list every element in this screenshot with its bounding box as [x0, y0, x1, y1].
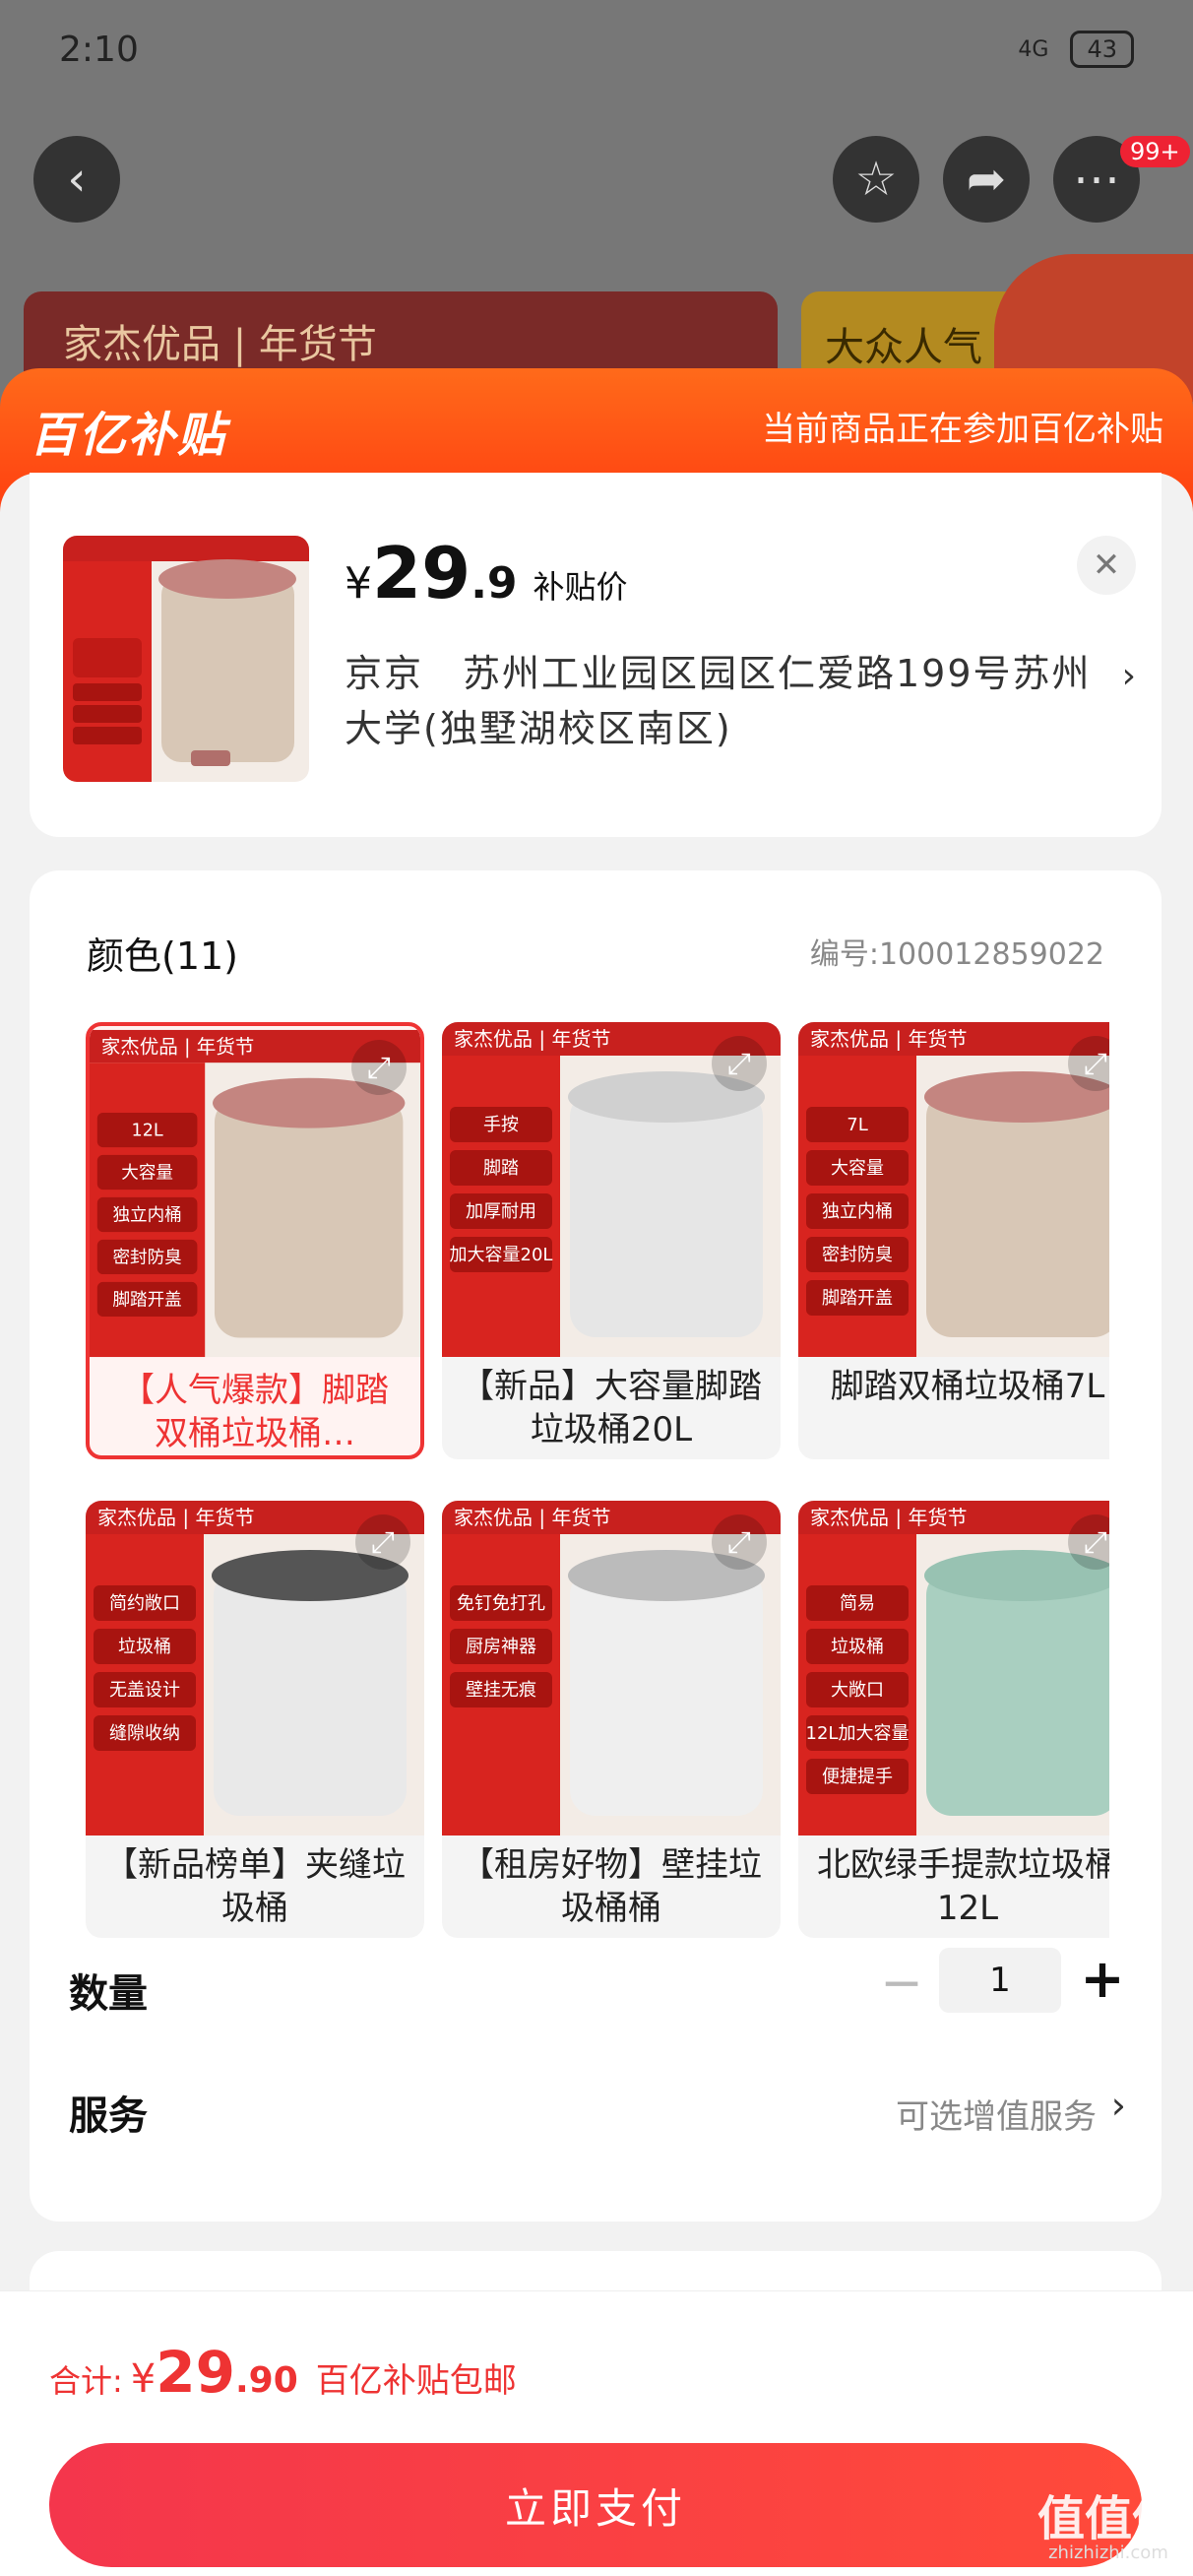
- back-button[interactable]: ‹: [33, 136, 120, 223]
- tile-badge-text: 脚踏: [483, 1158, 519, 1179]
- product-summary-card: ¥ 29 .9 补贴价 ✕ 京京 苏州工业园区园区仁爱路199号苏州大学(独墅湖…: [30, 473, 1162, 837]
- back-arrow-icon: ‹: [67, 152, 87, 207]
- tile-brand-text: 家杰优品 | 年货节: [454, 1027, 610, 1051]
- tile-badge-text: 大容量: [121, 1163, 173, 1183]
- total-symbol: ¥: [130, 2356, 157, 2402]
- close-icon: ✕: [1092, 546, 1121, 585]
- subsidy-price: ¥ 29 .9 补贴价: [345, 532, 628, 614]
- color-option-tile[interactable]: 家杰优品 | 年货节手按脚踏加厚耐用加大容量20L ⤢ 【新品】大容量脚踏垃圾桶20…: [442, 1022, 781, 1459]
- tile-badge-text: 密封防臭: [112, 1248, 181, 1267]
- service-label: 服务: [69, 2093, 148, 2139]
- options-card: 颜色(11) 编号:100012859022 家杰优品 | 年货节 12L 大容量独…: [30, 870, 1162, 2222]
- tile-badge-text: 大敞口: [831, 1680, 884, 1701]
- purchase-sheet: ¥ 29 .9 补贴价 ✕ 京京 苏州工业园区园区仁爱路199号苏州大学(独墅湖…: [0, 473, 1193, 2576]
- option-label: 【新品】大容量脚踏垃圾桶20L: [461, 1367, 762, 1449]
- color-option-tile[interactable]: 家杰优品 | 年货节 12L 大容量独立内桶密封防臭脚踏开盖 ⤢ 【人气爆款】脚踏双桶垃…: [86, 1022, 424, 1459]
- expand-icon[interactable]: ⤢: [355, 1514, 410, 1570]
- tile-badge-text: 垃圾桶: [831, 1637, 884, 1657]
- option-label: 脚踏双桶垃圾桶7L: [830, 1367, 1105, 1406]
- watermark: 值值值 zhizhizhi.com: [1037, 2494, 1179, 2563]
- delivery-address[interactable]: 京京 苏州工业园区园区仁爱路199号苏州大学(独墅湖校区南区): [345, 646, 1122, 756]
- tile-badge-text: 独立内桶: [822, 1201, 893, 1222]
- tile-badge-text: 手按: [483, 1115, 519, 1135]
- tile-badge-text: 加厚耐用: [466, 1201, 536, 1222]
- quantity-decrease-button[interactable]: −: [872, 1954, 931, 2013]
- tile-badge-text: 免钉免打孔: [457, 1593, 545, 1614]
- total-decimal: .90: [234, 2360, 298, 2401]
- shipping-note: 百亿补贴包邮: [315, 2361, 517, 2401]
- color-option-tile[interactable]: 家杰优品 | 年货节简约敞口垃圾桶无盖设计缝隙收纳 ⤢ 【新品榜单】夹缝垃圾桶: [86, 1501, 424, 1938]
- tile-badge-text: 12L: [132, 1121, 163, 1140]
- option-label: 北欧绿手提款垃圾桶12L: [817, 1845, 1109, 1928]
- chevron-right-icon[interactable]: ›: [1122, 656, 1136, 696]
- battery-indicator: 43: [1070, 31, 1134, 68]
- expand-icon[interactable]: ⤢: [712, 1036, 767, 1091]
- share-button[interactable]: ➦: [943, 136, 1030, 223]
- subsidy-logo: 百亿补贴: [30, 408, 227, 463]
- tile-badge-text: 脚踏开盖: [822, 1288, 893, 1309]
- color-option-tile[interactable]: 家杰优品 | 年货节 简易 垃圾桶 大敞口 12L加大容量 便捷提手 ⤢ 北欧绿手提款垃圾桶1…: [798, 1501, 1109, 1938]
- favorite-button[interactable]: ☆: [833, 136, 919, 223]
- price-decimal: .9: [471, 558, 518, 609]
- option-label: 【新品榜单】夹缝垃圾桶: [104, 1845, 406, 1928]
- quantity-input[interactable]: [939, 1948, 1061, 2013]
- tile-brand-text: 家杰优品 | 年货节: [810, 1506, 967, 1529]
- total-integer: 29: [156, 2339, 235, 2406]
- watermark-domain: zhizhizhi.com: [1048, 2543, 1168, 2563]
- color-option-tile[interactable]: 家杰优品 | 年货节 免钉免打孔厨房神器壁挂无痕 ⤢ 【租房好物】壁挂垃圾桶桶: [442, 1501, 781, 1938]
- quantity-label: 数量: [69, 1971, 148, 2017]
- tile-badge-text: 独立内桶: [112, 1205, 181, 1225]
- tile-badge-text: 缝隙收纳: [109, 1723, 180, 1744]
- chevron-right-icon[interactable]: ›: [1111, 2084, 1126, 2127]
- tile-badge-text: 密封防臭: [822, 1245, 893, 1265]
- price-integer: 29: [372, 532, 471, 614]
- option-image: 家杰优品 | 年货节 7L 大容量独立内桶密封防臭脚踏开盖: [798, 1022, 1109, 1357]
- expand-icon[interactable]: ⤢: [351, 1040, 407, 1095]
- color-section-title: 颜色(11): [87, 934, 239, 978]
- product-thumbnail: [63, 536, 309, 782]
- close-button[interactable]: ✕: [1077, 536, 1136, 595]
- service-value[interactable]: 可选增值服务: [896, 2090, 1097, 2138]
- color-option-tile[interactable]: 家杰优品 | 年货节 7L 大容量 独立内桶 密封防臭 脚踏开盖 ⤢ 脚踏双桶垃圾桶7L: [798, 1022, 1109, 1459]
- tile-badge-text: 加大容量20L: [450, 1245, 553, 1265]
- expand-icon[interactable]: ⤢: [712, 1514, 767, 1570]
- price-symbol: ¥: [345, 558, 372, 609]
- share-icon: ➦: [966, 152, 1007, 207]
- pay-now-button[interactable]: 立即支付: [49, 2443, 1142, 2567]
- option-label: 【租房好物】壁挂垃圾桶桶: [461, 1845, 762, 1928]
- total-label: 合计:: [49, 2362, 123, 2400]
- price-tag: 补贴价: [533, 568, 628, 606]
- quantity-increase-button[interactable]: +: [1073, 1950, 1132, 2009]
- total-price: 合计: ¥ 29 .90 百亿补贴包邮: [49, 2339, 517, 2406]
- tile-badge-text: 7L: [847, 1115, 867, 1135]
- tile-badge-text: 简约敞口: [109, 1593, 180, 1614]
- tile-badge-text: 简易: [840, 1593, 875, 1614]
- status-time: 2:10: [59, 29, 139, 70]
- tile-badge-text: 无盖设计: [109, 1680, 180, 1701]
- tile-badge-text: 便捷提手: [822, 1767, 893, 1787]
- tile-badge-text: 脚踏开盖: [112, 1290, 181, 1310]
- checkout-footer: 合计: ¥ 29 .90 百亿补贴包邮 立即支付 值值值 zhizhizhi.c…: [0, 2290, 1193, 2576]
- color-option-grid: 家杰优品 | 年货节 12L 大容量独立内桶密封防臭脚踏开盖 ⤢ 【人气爆款】脚踏双桶垃…: [86, 1022, 1109, 1938]
- tile-badge-text: 壁挂无痕: [466, 1680, 536, 1701]
- tile-badge-text: 厨房神器: [466, 1637, 536, 1657]
- message-badge: 99+: [1120, 136, 1190, 167]
- tile-brand-text: 家杰优品 | 年货节: [810, 1027, 967, 1051]
- star-icon: ☆: [854, 152, 898, 207]
- option-label: 【人气爆款】脚踏双桶垃圾桶…: [121, 1371, 389, 1453]
- status-bar: 2:10 4G 43: [0, 0, 1193, 98]
- network-type: 4G: [1018, 36, 1049, 62]
- more-icon: ⋯: [1073, 152, 1120, 207]
- tile-brand-text: 家杰优品 | 年货节: [454, 1506, 610, 1529]
- tile-badge-text: 大容量: [831, 1158, 884, 1179]
- subsidy-note: 当前商品正在参加百亿补贴: [762, 410, 1163, 449]
- tile-brand-text: 家杰优品 | 年货节: [101, 1035, 255, 1058]
- sku-number: 编号:100012859022: [809, 937, 1104, 972]
- tile-badge-text: 12L加大容量: [806, 1723, 910, 1744]
- option-image: 家杰优品 | 年货节简易垃圾桶大敞口 12L加大容量便捷提手: [798, 1501, 1109, 1835]
- watermark-text: 值值值: [1036, 2491, 1179, 2546]
- tile-badge-text: 垃圾桶: [118, 1637, 171, 1657]
- tile-brand-text: 家杰优品 | 年货节: [97, 1506, 254, 1529]
